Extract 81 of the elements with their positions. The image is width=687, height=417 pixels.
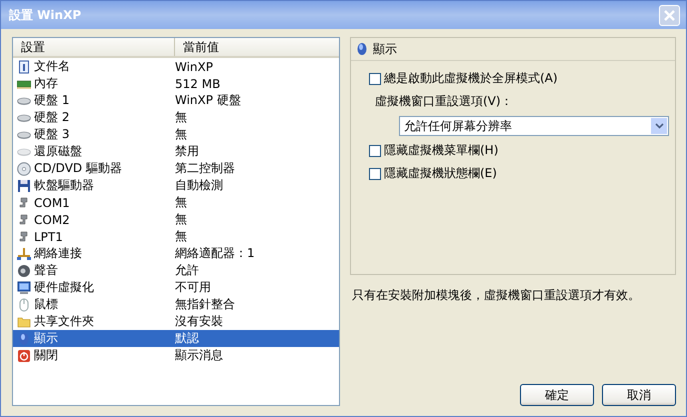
settings-row[interactable]: 關閉 顯示消息 — [13, 347, 339, 364]
settings-row[interactable]: 鼠標 無指針整合 — [13, 296, 339, 313]
settings-row[interactable]: 聲音 允許 — [13, 262, 339, 279]
setting-name: COM2 — [34, 212, 70, 226]
setting-value: 無 — [175, 211, 187, 228]
settings-row[interactable]: 內存 512 MB — [13, 75, 339, 92]
settings-row[interactable]: 軟盤驅動器 自動檢測 — [13, 177, 339, 194]
setting-name: 硬盤 2 — [34, 109, 70, 126]
dialog-button[interactable]: 取消 — [602, 384, 676, 406]
window-title: 設置 WinXP — [9, 6, 82, 24]
setting-name: 顯示 — [34, 330, 58, 347]
document-icon — [17, 60, 31, 74]
setting-value: 沒有安裝 — [175, 313, 223, 330]
setting-name: 聲音 — [34, 262, 58, 279]
setting-value: 第二控制器 — [175, 160, 235, 177]
setting-name: 共享文件夾 — [34, 313, 94, 330]
setting-name: 硬盤 1 — [34, 92, 70, 109]
setting-name: 網絡連接 — [34, 245, 82, 262]
checkbox[interactable] — [369, 144, 381, 156]
field-label: 虛擬機窗口重設選項(V)： — [374, 93, 514, 110]
setting-name: 文件名 — [34, 58, 70, 75]
setting-value: 顯示消息 — [175, 347, 223, 364]
floppy-icon — [17, 178, 31, 192]
info-text: 只有在安裝附加模塊後，虛擬機窗口重設選項才有效。 — [351, 287, 641, 304]
settings-row[interactable]: 硬盤 2 無 — [13, 109, 339, 126]
panel-title: 顯示 — [373, 40, 397, 58]
column-header[interactable]: 設置 — [13, 38, 175, 56]
settings-row[interactable]: COM1 無 — [13, 194, 339, 211]
settings-row[interactable]: CD/DVD 驅動器 第二控制器 — [13, 160, 339, 177]
setting-value: 網絡適配器：1 — [175, 245, 255, 262]
setting-value: 無 — [175, 194, 187, 211]
setting-value: 無指針整合 — [175, 296, 235, 313]
settings-row[interactable]: COM2 無 — [13, 211, 339, 228]
settings-row[interactable]: 共享文件夾 沒有安裝 — [13, 313, 339, 330]
setting-name: 還原磁盤 — [34, 143, 82, 160]
setting-value: WinXP — [175, 60, 213, 74]
settings-row[interactable]: 硬件虛擬化 不可用 — [13, 279, 339, 296]
checkbox[interactable] — [369, 168, 381, 180]
checkbox-label[interactable]: 總是啟動此虛擬機於全屏模式(A) — [384, 70, 558, 87]
setting-value: 無 — [175, 126, 187, 143]
setting-name: CD/DVD 驅動器 — [34, 160, 122, 177]
settings-row[interactable]: 文件名 WinXP — [13, 58, 339, 75]
setting-value: WinXP 硬盤 — [175, 92, 241, 109]
setting-value: 允許 — [175, 262, 199, 279]
setting-name: 硬件虛擬化 — [34, 279, 94, 296]
setting-name: 硬盤 3 — [34, 126, 70, 143]
chevron-down-icon — [654, 123, 664, 129]
settings-row[interactable]: 硬盤 1 WinXP 硬盤 — [13, 92, 339, 109]
setting-name: LPT1 — [34, 230, 63, 244]
setting-value: 無 — [175, 228, 187, 245]
close-icon — [663, 8, 676, 22]
resize-dropdown[interactable]: 允許任何屏幕分辨率 — [399, 116, 669, 136]
setting-value: 默認 — [175, 330, 199, 347]
power-icon — [17, 348, 31, 362]
monitor-icon — [17, 280, 31, 294]
setting-value: 禁用 — [175, 143, 199, 160]
display-icon — [355, 42, 369, 56]
setting-value: 不可用 — [175, 279, 211, 296]
cd-icon — [17, 162, 31, 176]
setting-name: 關閉 — [34, 347, 58, 364]
setting-name: 軟盤驅動器 — [34, 177, 94, 194]
settings-row[interactable]: 顯示 默認 — [13, 330, 339, 347]
setting-name: 鼠標 — [34, 296, 58, 313]
setting-name: 內存 — [34, 75, 58, 92]
checkbox-label[interactable]: 隱藏虛擬機菜單欄(H) — [384, 142, 498, 159]
column-header[interactable]: 當前值 — [175, 38, 219, 56]
network-icon — [17, 246, 31, 260]
settings-row[interactable]: 硬盤 3 無 — [13, 126, 339, 143]
settings-row[interactable]: 網絡連接 網絡適配器：1 — [13, 245, 339, 262]
mouse-icon — [17, 298, 31, 312]
checkbox-label[interactable]: 隱藏虛擬機狀態欄(E) — [384, 165, 497, 182]
speaker-icon — [17, 264, 31, 278]
setting-value: 512 MB — [175, 76, 220, 90]
setting-value: 無 — [175, 109, 187, 126]
settings-row[interactable]: 還原磁盤 禁用 — [13, 143, 339, 160]
checkbox[interactable] — [369, 72, 381, 84]
setting-name: COM1 — [34, 196, 70, 210]
dialog-button[interactable]: 確定 — [520, 384, 594, 406]
setting-value: 自動檢測 — [175, 177, 223, 194]
display-icon — [17, 332, 31, 346]
settings-row[interactable]: LPT1 無 — [13, 228, 339, 245]
